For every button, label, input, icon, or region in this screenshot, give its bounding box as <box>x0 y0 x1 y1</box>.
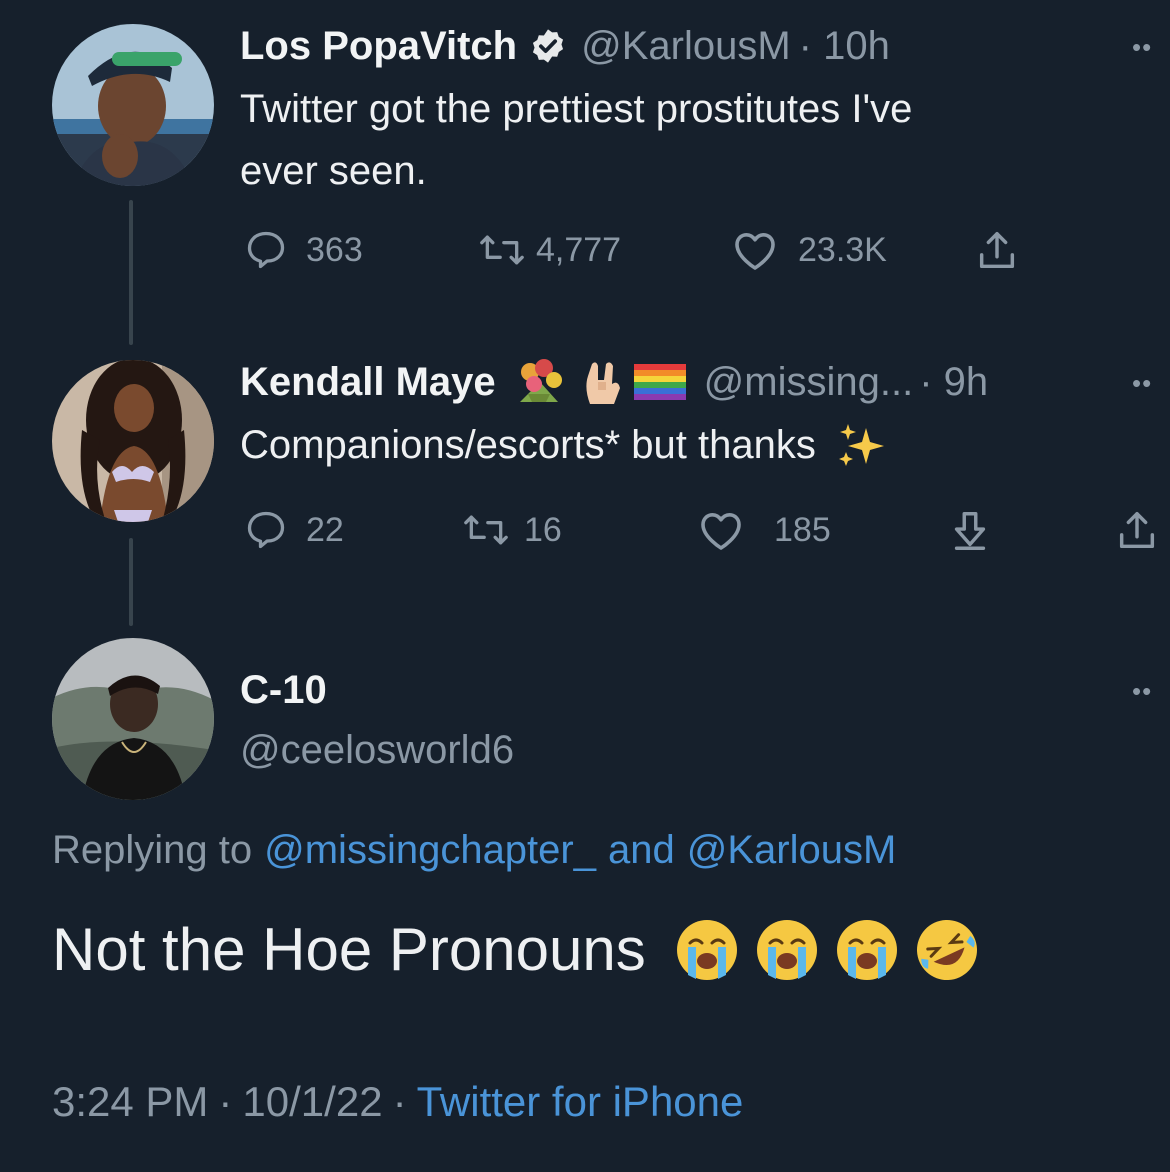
replying-to: Replying to @missingchapter_ and @Karlou… <box>52 826 896 874</box>
more-options-icon[interactable]: •• <box>1132 34 1152 60</box>
reply-mention-missingchapter[interactable]: @missingchapter_ <box>264 826 596 874</box>
tweet2-display-name[interactable]: Kendall Maye <box>240 358 496 406</box>
tweet3-name: C-10 <box>240 666 327 714</box>
more-options-icon[interactable]: •• <box>1132 678 1152 704</box>
avatar-los-popavitch[interactable] <box>52 24 214 186</box>
replying-to-label: Replying to <box>52 828 253 872</box>
reply-and: and <box>607 828 675 872</box>
tweet1-actions: 363 4,777 23.3K <box>0 228 1170 278</box>
tweet1-handle[interactable]: @KarlousM <box>581 22 791 70</box>
reply-count: 363 <box>306 230 363 269</box>
retweet-icon <box>480 235 524 265</box>
tweet3-display-name[interactable]: C-10 <box>240 666 327 714</box>
reply-button[interactable]: 22 <box>244 508 344 552</box>
tweet-thread: Los PopaVitch @KarlousM · 10h •• Twitter… <box>0 0 1170 1172</box>
avatar-c-10[interactable] <box>52 638 214 800</box>
tweet2-time[interactable]: · 9h <box>919 358 988 406</box>
loudly-crying-face-emoji <box>834 917 900 983</box>
tweet3-text-content: Not the Hoe Pronouns <box>52 916 646 983</box>
tweet3-handle[interactable]: @ceelosworld6 <box>240 726 514 774</box>
reply-icon <box>247 231 285 269</box>
sign-of-horns-emoji <box>580 358 626 406</box>
avatar-image <box>52 24 214 186</box>
meta-separator: · <box>218 1078 233 1125</box>
tweet2-handle[interactable]: @missing... <box>704 358 914 406</box>
like-button[interactable]: 23.3K <box>730 228 887 272</box>
like-count: 23.3K <box>798 230 887 269</box>
sparkles-emoji <box>836 420 886 470</box>
verified-badge-icon <box>529 27 567 65</box>
tweet3-text: Not the Hoe Pronouns <box>52 912 980 988</box>
tweet3-handle-row: @ceelosworld6 <box>240 726 514 774</box>
avatar-image <box>52 360 214 522</box>
avatar-kendall-maye[interactable] <box>52 360 214 522</box>
reply-mention-karlousm[interactable]: @KarlousM <box>687 826 897 874</box>
share-button[interactable] <box>972 228 1022 274</box>
reply-icon <box>247 511 285 549</box>
tweet2-header: Kendall Maye @missing... · 9h <box>240 358 988 406</box>
retweet-button[interactable]: 4,777 <box>478 228 621 272</box>
share-button[interactable] <box>1112 508 1162 554</box>
retweet-button[interactable]: 16 <box>462 508 562 552</box>
retweet-count: 4,777 <box>536 230 622 269</box>
meta-separator: · <box>392 1078 407 1125</box>
reply-button[interactable]: 363 <box>244 228 363 272</box>
tweet2-text-content: Companions/escorts* but thanks <box>240 423 816 467</box>
tweet1-text-line1: Twitter got the prettiest prostitutes I'… <box>240 87 913 131</box>
tweet2-actions: 22 16 185 <box>0 508 1170 558</box>
bouquet-emoji <box>510 358 568 406</box>
like-button[interactable]: 185 <box>696 508 831 552</box>
download-icon <box>954 512 986 550</box>
share-icon <box>1119 512 1155 549</box>
retweet-count: 16 <box>524 510 562 549</box>
tweet3-time[interactable]: 3:24 PM <box>52 1078 208 1126</box>
share-icon <box>979 232 1015 269</box>
tweet3-source[interactable]: Twitter for iPhone <box>417 1078 744 1126</box>
tweet3-meta: 3:24 PM · 10/1/22 · Twitter for iPhone <box>52 1078 743 1126</box>
tweet1-text: Twitter got the prettiest prostitutes I'… <box>240 78 912 202</box>
heart-icon <box>735 233 775 270</box>
tweet1-header: Los PopaVitch @KarlousM · 10h <box>240 22 890 70</box>
loudly-crying-face-emoji <box>754 917 820 983</box>
heart-icon <box>701 513 741 550</box>
like-count: 185 <box>774 510 831 549</box>
tweet2-text: Companions/escorts* but thanks <box>240 414 886 476</box>
tweet1-time[interactable]: · 10h <box>799 22 890 70</box>
avatar-image <box>52 638 214 800</box>
rolling-on-floor-laughing-emoji <box>914 917 980 983</box>
rainbow-flag-emoji <box>633 364 686 400</box>
tweet1-text-line2: ever seen. <box>240 149 427 193</box>
loudly-crying-face-emoji <box>674 917 740 983</box>
more-options-icon[interactable]: •• <box>1132 370 1152 396</box>
download-button[interactable] <box>946 508 994 554</box>
reply-count: 22 <box>306 510 344 549</box>
retweet-icon <box>464 515 508 545</box>
tweet3-date[interactable]: 10/1/22 <box>242 1078 382 1126</box>
tweet1-display-name[interactable]: Los PopaVitch <box>240 22 517 70</box>
